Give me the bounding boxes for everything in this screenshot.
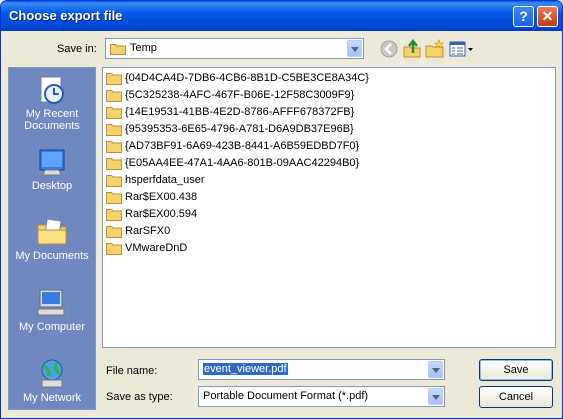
place-label: My Recent Documents xyxy=(24,108,80,132)
folder-icon xyxy=(106,209,122,221)
file-name: Rar$EX00.438 xyxy=(125,191,198,203)
place-desktop[interactable]: Desktop xyxy=(9,146,95,192)
file-name: {AD73BF91-6A69-423B-8441-A6B59EDBD7F0} xyxy=(125,140,360,152)
save-in-dropdown[interactable]: Temp xyxy=(105,38,364,59)
desktop-icon xyxy=(39,149,65,176)
place-my-network[interactable]: My Network xyxy=(9,358,95,404)
chevron-down-icon[interactable] xyxy=(428,361,443,378)
up-folder-icon[interactable] xyxy=(402,39,422,59)
place-my-computer[interactable]: My Computer xyxy=(9,287,95,333)
my-documents-icon xyxy=(37,218,67,245)
place-my-documents[interactable]: My Documents xyxy=(9,216,95,262)
folder-icon xyxy=(106,141,122,153)
place-label: My Documents xyxy=(15,250,89,262)
save-as-type-value: Portable Document Format (*.pdf) xyxy=(203,390,369,402)
cancel-button[interactable]: Cancel xyxy=(479,386,553,408)
save-in-label: Save in: xyxy=(57,43,97,55)
file-list[interactable]: {04D4CA4D-7DB6-4CB6-8B1D-C5BE3CE8A34C} {… xyxy=(102,67,556,348)
places-bar: My Recent Documents Desktop My Documents xyxy=(8,67,96,410)
folder-icon xyxy=(110,44,126,55)
file-name: {14E19531-41BB-4E2D-8786-AFFF678372FB} xyxy=(125,106,355,118)
folder-icon xyxy=(106,158,122,170)
folder-icon xyxy=(106,90,122,102)
file-name: {95395353-6E65-4796-A781-D6A9DB37E96B} xyxy=(125,123,354,135)
place-label: My Network xyxy=(22,392,82,404)
help-button[interactable]: ? xyxy=(513,6,534,27)
new-folder-icon[interactable] xyxy=(425,39,445,59)
folder-icon xyxy=(106,226,122,238)
place-my-recent-documents[interactable]: My Recent Documents xyxy=(9,74,95,132)
dialog-title: Choose export file xyxy=(9,8,123,23)
file-name-field[interactable]: event_viewer.pdf xyxy=(198,359,445,380)
recent-documents-icon xyxy=(40,76,64,104)
file-name: hsperfdata_user xyxy=(125,174,205,186)
folder-icon xyxy=(106,243,122,255)
save-as-type-label: Save as type: xyxy=(106,391,173,403)
file-name-label: File name: xyxy=(106,365,158,377)
my-network-icon xyxy=(41,359,63,388)
folder-icon xyxy=(106,192,122,204)
close-button[interactable]: ✕ xyxy=(537,6,558,27)
my-computer-icon xyxy=(37,289,65,316)
folder-icon xyxy=(106,175,122,187)
file-name: RarSFX0 xyxy=(125,225,171,237)
file-name: {E05AA4EE-47A1-4AA6-801B-09AAC42294B0} xyxy=(125,157,360,169)
chevron-down-icon[interactable] xyxy=(347,40,362,57)
save-in-value: Temp xyxy=(130,42,157,54)
place-label: My Computer xyxy=(18,321,86,333)
save-as-type-dropdown[interactable]: Portable Document Format (*.pdf) xyxy=(198,386,445,407)
folder-icon xyxy=(106,107,122,119)
views-menu-icon[interactable] xyxy=(449,39,475,59)
file-name-value: event_viewer.pdf xyxy=(203,363,288,375)
file-name: Rar$EX00.594 xyxy=(125,208,198,220)
file-name: VMwareDnD xyxy=(125,242,188,254)
save-dialog: Choose export file ? ✕ Save in: Temp My … xyxy=(0,0,563,419)
place-label: Desktop xyxy=(31,180,73,192)
title-bar[interactable]: Choose export file ? ✕ xyxy=(1,1,562,31)
file-name: {04D4CA4D-7DB6-4CB6-8B1D-C5BE3CE8A34C} xyxy=(125,72,369,84)
save-button[interactable]: Save xyxy=(479,359,553,381)
folder-icon xyxy=(106,73,122,85)
folder-icon xyxy=(106,124,122,136)
file-name: {5C325238-4AFC-467F-B06E-12F58C3009F9} xyxy=(125,89,355,101)
chevron-down-icon[interactable] xyxy=(428,388,443,405)
back-icon[interactable] xyxy=(379,39,399,59)
